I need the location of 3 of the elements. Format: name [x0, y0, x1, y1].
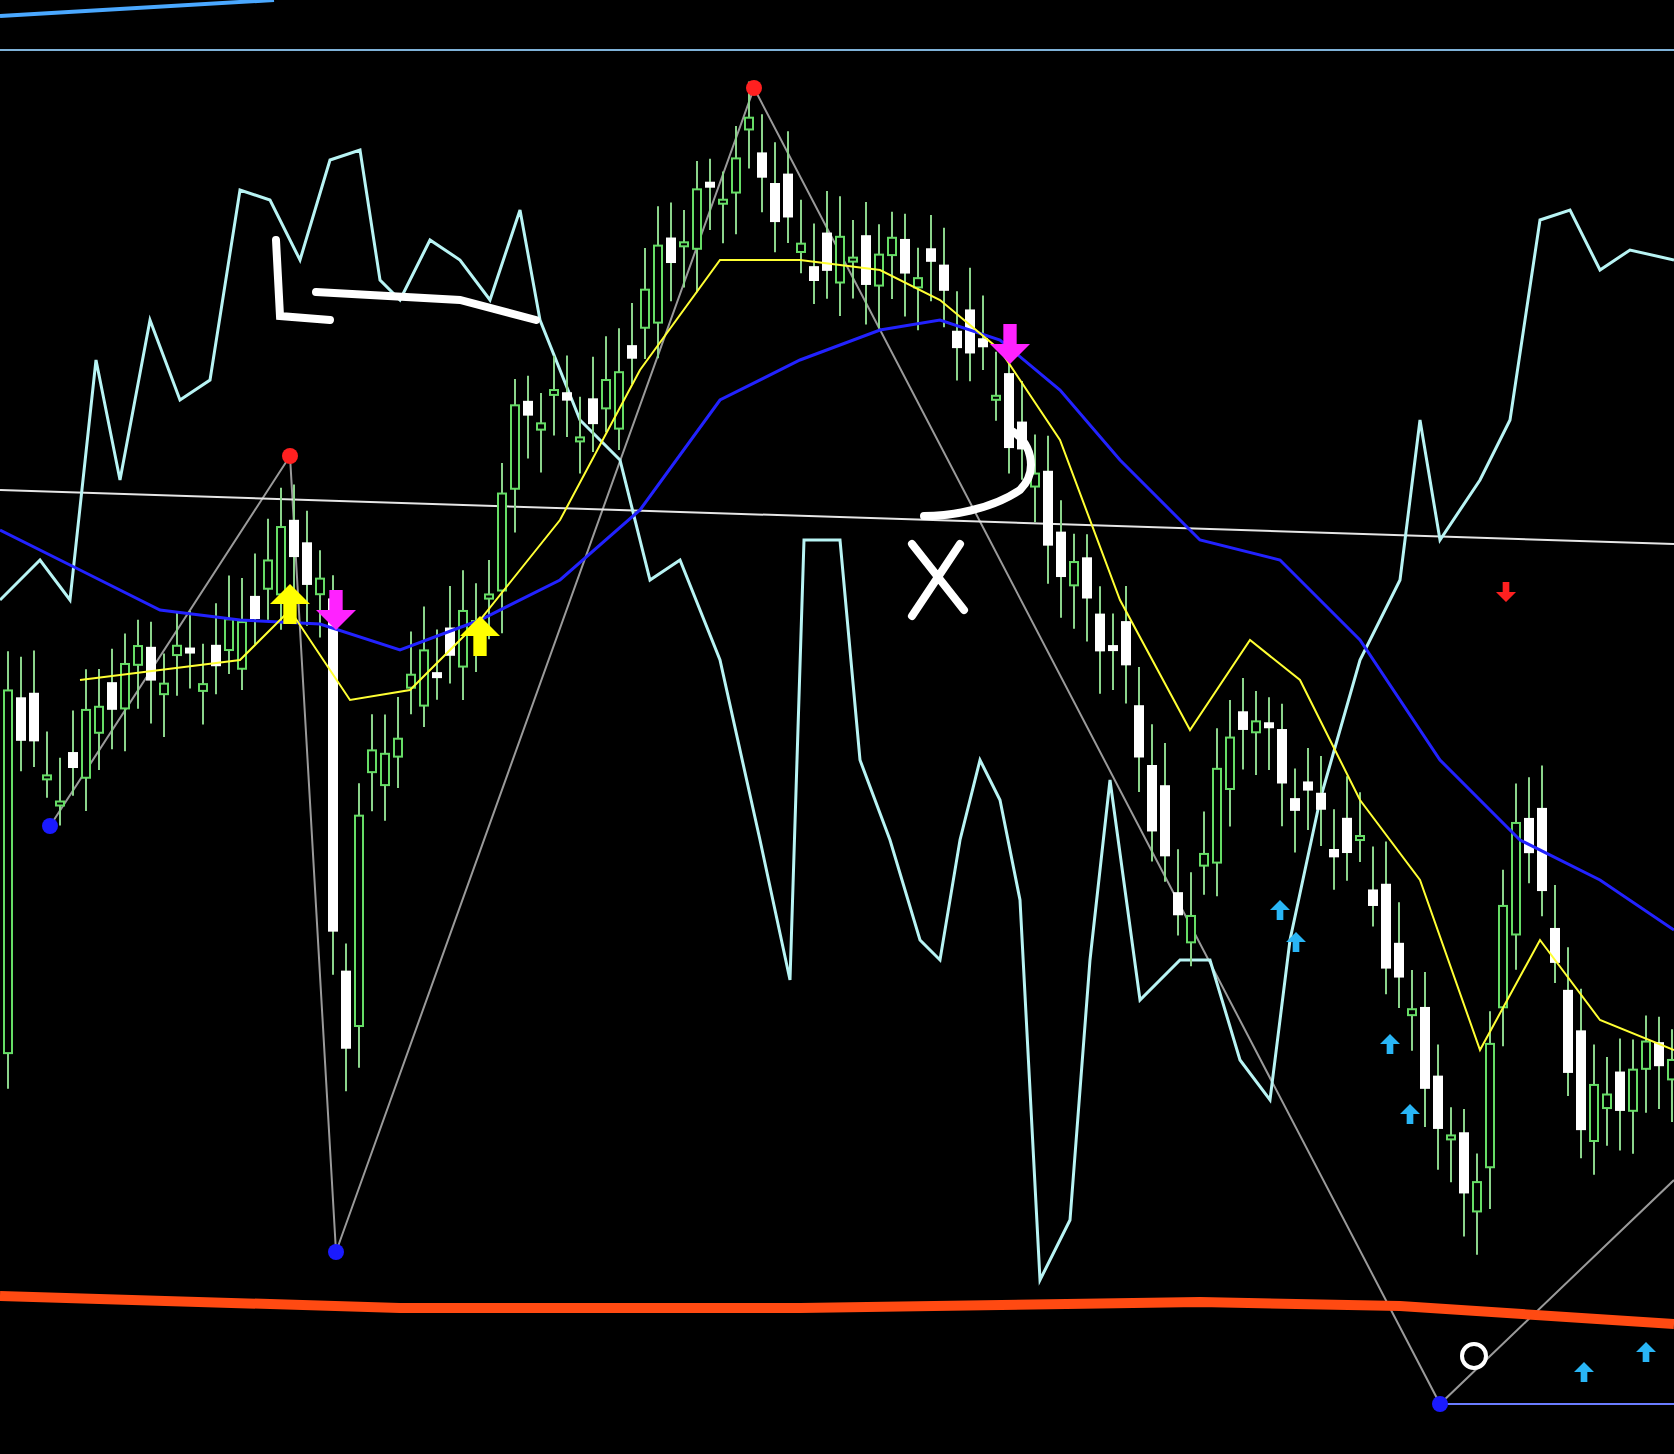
handwritten-x-mark	[908, 540, 968, 620]
ring-icon	[1460, 1342, 1488, 1370]
handwritten-hook-mark	[920, 426, 1035, 520]
